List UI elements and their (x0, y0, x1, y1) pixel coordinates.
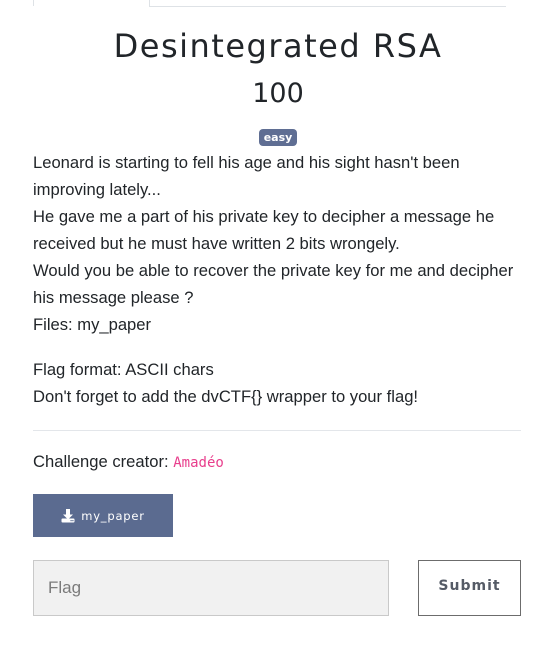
download-icon (61, 508, 75, 523)
challenge-description: Leonard is starting to fell his age and … (33, 149, 528, 410)
flag-input[interactable] (33, 560, 389, 616)
description-line: Leonard is starting to fell his age and … (33, 153, 460, 199)
flag-wrapper-line: Don't forget to add the dvCTF{} wrapper … (33, 387, 419, 406)
creator-name: Amadéo (173, 455, 224, 471)
modal-tab-strip (33, 0, 506, 7)
submit-button[interactable]: Submit (418, 560, 521, 616)
badge-container: easy (0, 129, 556, 146)
difficulty-badge: easy (258, 129, 298, 146)
tab-divider (149, 6, 506, 7)
description-line: Files: my_paper (33, 315, 152, 334)
challenge-value: 100 (252, 78, 304, 109)
challenge-creator: Challenge creator: Amadéo (33, 448, 224, 477)
active-tab-outline[interactable] (33, 0, 150, 6)
file-name-label: my_paper (81, 508, 145, 523)
file-download-button[interactable]: my_paper (33, 494, 173, 537)
creator-label: Challenge creator: (33, 452, 169, 471)
description-line: Would you be able to recover the private… (33, 261, 514, 307)
description-line: He gave me a part of his private key to … (33, 207, 495, 253)
section-divider (33, 430, 521, 431)
challenge-title: Desintegrated RSA (113, 27, 443, 65)
flag-format-line: Flag format: ASCII chars (33, 360, 214, 379)
